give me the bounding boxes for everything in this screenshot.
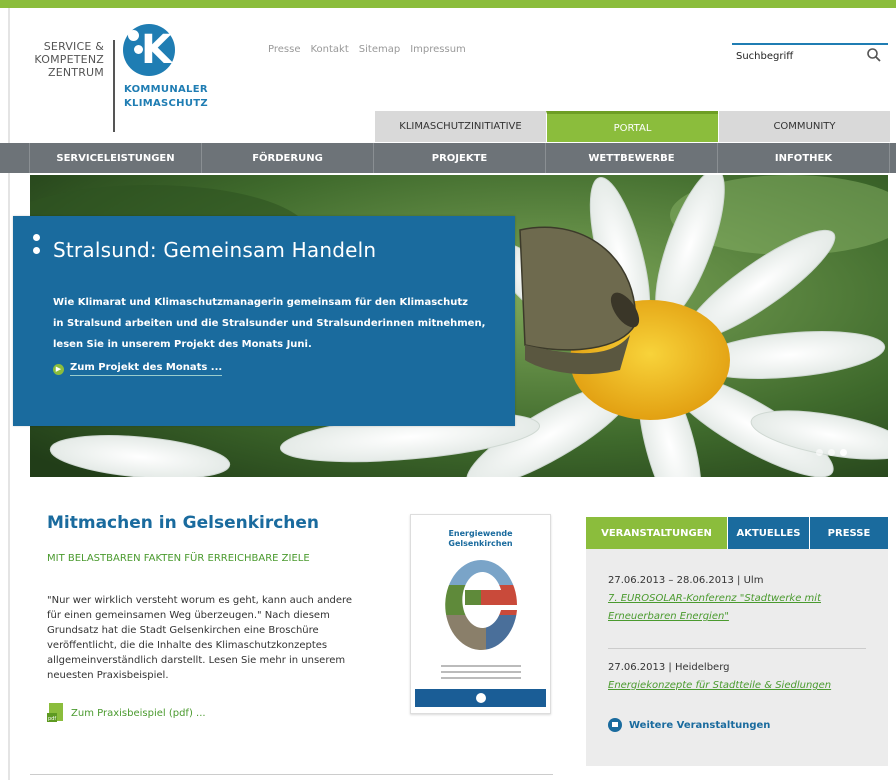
article-line: allgemeinverständlich darstellt. Lesen S… xyxy=(47,655,346,666)
more-events-link[interactable]: Weitere Veranstaltungen xyxy=(608,718,770,732)
nav-item-projekte[interactable]: PROJEKTE xyxy=(374,143,546,173)
pdf-link-text[interactable]: Zum Praxisbeispiel (pdf) ... xyxy=(71,708,206,719)
search-icon[interactable] xyxy=(866,47,882,63)
page-edge xyxy=(8,8,10,780)
meta-link-presse[interactable]: Presse xyxy=(268,44,300,55)
nav-item-infothek[interactable]: INFOTHEK xyxy=(718,143,890,173)
brochure-text-lines xyxy=(441,665,521,683)
nav-item-wettbewerbe[interactable]: WETTBEWERBE xyxy=(546,143,718,173)
events-panel: VERANSTALTUNGEN AKTUELLES PRESSE 27.06.2… xyxy=(586,517,888,766)
logo-name[interactable]: KOMMUNALER KLIMASCHUTZ xyxy=(124,83,208,111)
article-line: Grundsatz hat die Stadt Gelsenkirchen ei… xyxy=(47,625,319,636)
hero-teaser-box: Stralsund: Gemeinsam Handeln Wie Klimara… xyxy=(13,216,515,426)
brochure-e-graphic xyxy=(445,560,517,650)
event-title-link[interactable]: Erneuerbaren Energien" xyxy=(608,608,821,626)
article-title[interactable]: Mitmachen in Gelsenkirchen xyxy=(47,513,319,533)
search-box xyxy=(732,43,888,67)
slider-dot-active[interactable] xyxy=(840,449,847,456)
hero-bullet-icon xyxy=(33,234,40,260)
nav-spacer xyxy=(0,143,30,173)
pdf-download-icon: pdf xyxy=(47,703,63,722)
hero-link[interactable]: ▶ Zum Projekt des Monats ... xyxy=(53,362,223,376)
article-body: "Nur wer wirklich versteht worum es geht… xyxy=(47,593,397,683)
tab-portal[interactable]: PORTAL xyxy=(546,111,718,142)
event-item: 27.06.2013 | Heidelberg Energiekonzepte … xyxy=(608,659,831,695)
meta-link-impressum[interactable]: Impressum xyxy=(410,44,466,55)
main-nav: SERVICELEISTUNGEN FÖRDERUNG PROJEKTE WET… xyxy=(0,143,896,173)
slider-dots xyxy=(816,449,847,456)
tab-community[interactable]: COMMUNITY xyxy=(718,111,890,142)
pdf-link[interactable]: pdf Zum Praxisbeispiel (pdf) ... xyxy=(47,702,206,724)
event-title-link[interactable]: Energiekonzepte für Stadtteile & Siedlun… xyxy=(608,677,831,695)
brochure-title-line: Energiewende xyxy=(448,529,513,538)
article-subtitle: MIT BELASTBAREN FAKTEN FÜR ERREICHBARE Z… xyxy=(47,553,310,564)
logo-name-line: KOMMUNALER xyxy=(124,84,208,95)
content-divider xyxy=(30,774,553,775)
portal-tabs: KLIMASCHUTZINITIATIVE PORTAL COMMUNITY xyxy=(374,111,890,142)
logo-divider xyxy=(113,40,115,132)
more-events-text[interactable]: Weitere Veranstaltungen xyxy=(629,720,770,731)
event-title-link[interactable]: 7. EUROSOLAR-Konferenz "Stadtwerke mit xyxy=(608,590,821,608)
tab-veranstaltungen[interactable]: VERANSTALTUNGEN xyxy=(586,517,727,549)
brochure-title-line: Gelsenkirchen xyxy=(448,539,513,548)
logo-line: SERVICE & xyxy=(43,40,104,53)
panel-tabs: VERANSTALTUNGEN AKTUELLES PRESSE xyxy=(586,517,888,549)
event-date: 27.06.2013 – 28.06.2013 | Ulm xyxy=(608,575,764,586)
logo-service-text[interactable]: SERVICE & KOMPETENZ ZENTRUM xyxy=(20,40,104,79)
hero-text-line: Wie Klimarat und Klimaschutzmanagerin ge… xyxy=(53,297,468,308)
hero-link-text[interactable]: Zum Projekt des Monats ... xyxy=(70,362,223,376)
brochure-footer xyxy=(415,689,546,707)
logo-dot xyxy=(128,30,139,41)
nav-item-foerderung[interactable]: FÖRDERUNG xyxy=(202,143,374,173)
tab-klimaschutzinitiative[interactable]: KLIMASCHUTZINITIATIVE xyxy=(374,111,546,142)
article-line: "Nur wer wirklich versteht worum es geht… xyxy=(47,595,353,606)
hero-text-line: in Stralsund arbeiten und die Stralsunde… xyxy=(53,318,486,329)
article-line: für einen gemeinsamen Weg überzeugen." N… xyxy=(47,610,330,621)
meta-nav: Presse Kontakt Sitemap Impressum xyxy=(268,44,466,55)
hero-text-line: lesen Sie in unserem Projekt des Monats … xyxy=(53,339,312,350)
brochure-title: Energiewende Gelsenkirchen xyxy=(411,529,550,549)
meta-link-kontakt[interactable]: Kontakt xyxy=(310,44,348,55)
slider-dot[interactable] xyxy=(816,449,823,456)
article-line: veröffentlicht, die die Inhalte des Klim… xyxy=(47,640,328,651)
logo-line: ZENTRUM xyxy=(47,66,104,79)
article-line: neuesten Praxisbeispiel. xyxy=(47,670,169,681)
search-input[interactable] xyxy=(736,48,856,64)
tab-aktuelles[interactable]: AKTUELLES xyxy=(727,517,809,549)
svg-text:pdf: pdf xyxy=(48,716,56,722)
event-date: 27.06.2013 | Heidelberg xyxy=(608,662,730,673)
hero-text: Wie Klimarat und Klimaschutzmanagerin ge… xyxy=(53,292,493,355)
logo-k-icon[interactable]: K xyxy=(123,24,175,76)
logo-line: KOMPETENZ xyxy=(34,53,104,66)
calendar-icon xyxy=(608,718,622,732)
hero-title: Stralsund: Gemeinsam Handeln xyxy=(53,238,377,262)
arrow-right-icon: ▶ xyxy=(53,363,64,375)
logo-name-line: KLIMASCHUTZ xyxy=(124,98,208,109)
logo-letter: K xyxy=(141,27,172,73)
top-accent-bar xyxy=(0,0,896,8)
tab-presse[interactable]: PRESSE xyxy=(809,517,888,549)
nav-item-serviceleistungen[interactable]: SERVICELEISTUNGEN xyxy=(30,143,202,173)
event-item: 27.06.2013 – 28.06.2013 | Ulm 7. EUROSOL… xyxy=(608,572,821,626)
meta-link-sitemap[interactable]: Sitemap xyxy=(359,44,400,55)
brochure-thumbnail[interactable]: Energiewende Gelsenkirchen xyxy=(410,514,551,714)
event-divider xyxy=(608,648,866,649)
slider-dot[interactable] xyxy=(828,449,835,456)
